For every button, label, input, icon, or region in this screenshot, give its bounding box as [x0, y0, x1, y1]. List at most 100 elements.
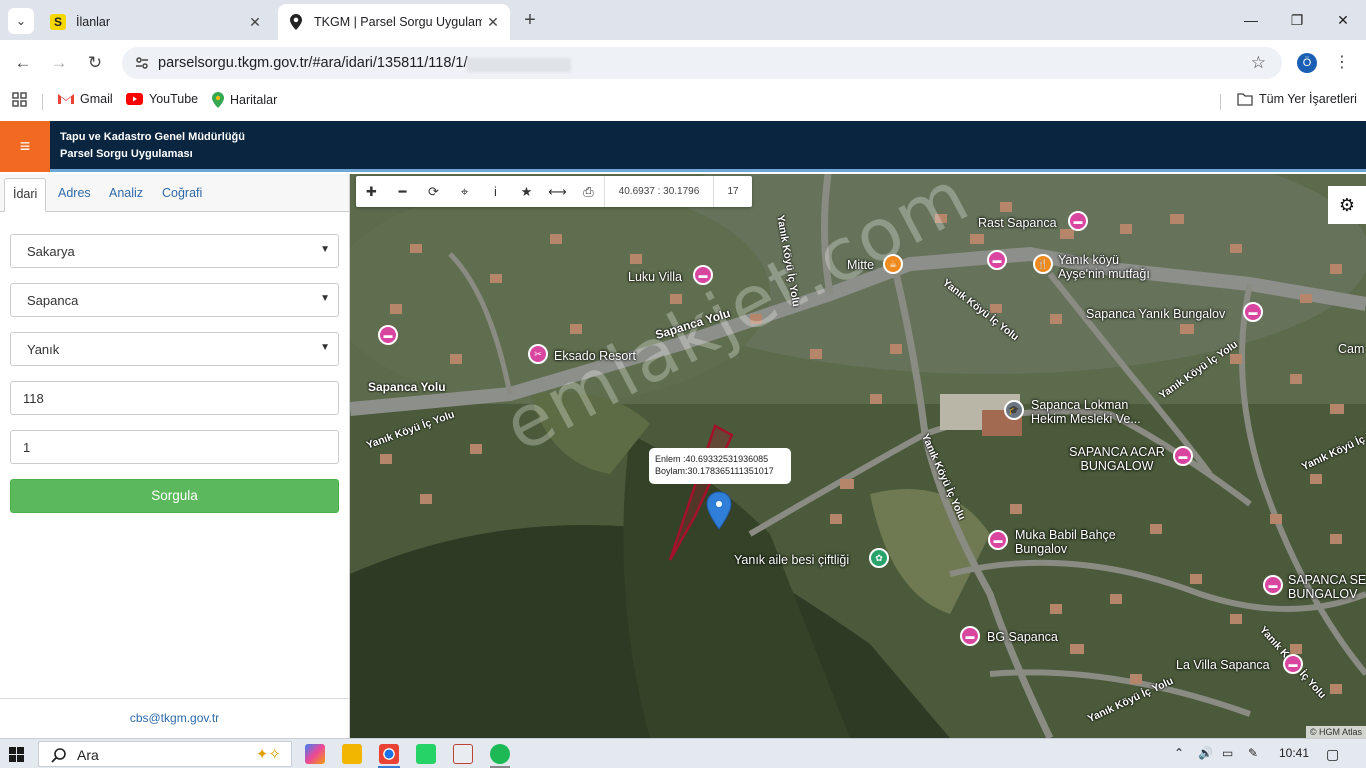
- menu-button[interactable]: ≡: [0, 121, 50, 172]
- bookmark-label: Haritalar: [230, 93, 278, 107]
- refresh-icon[interactable]: ⟳: [418, 176, 449, 207]
- hotel-icon[interactable]: ▬: [1243, 302, 1263, 322]
- zoom-in-icon[interactable]: ✚: [356, 176, 387, 207]
- sahibinden-favicon-icon: S: [50, 14, 66, 30]
- volume-icon[interactable]: 🔊: [1198, 746, 1213, 760]
- all-bookmarks-folder[interactable]: Tüm Yer İşaretleri: [1237, 92, 1357, 106]
- locate-icon[interactable]: ⌖: [449, 176, 480, 207]
- network-icon[interactable]: ▭: [1222, 746, 1233, 760]
- measure-icon[interactable]: ⟷: [542, 176, 573, 207]
- file-explorer-icon[interactable]: [342, 744, 362, 764]
- hotel-icon[interactable]: ▬: [378, 325, 398, 345]
- resort-icon[interactable]: ✂: [528, 344, 548, 364]
- browser-tab-strip: ⌄ S İlanlar ✕ TKGM | Parsel Sorgu Uygula…: [0, 0, 1366, 40]
- place-label: Cam: [1338, 342, 1365, 356]
- chevron-down-icon: ⌄: [15, 14, 27, 28]
- restaurant-icon[interactable]: 🍴: [1033, 254, 1053, 274]
- print-icon[interactable]: ⎙: [573, 176, 604, 207]
- gmail-icon: [58, 94, 74, 104]
- chevron-down-icon: ▼: [320, 244, 330, 255]
- road-label: Sapanca Yolu: [368, 380, 446, 394]
- whatsapp-icon[interactable]: [416, 744, 436, 764]
- arrow-right-icon: →: [50, 53, 68, 72]
- tab-search-button[interactable]: ⌄: [8, 8, 34, 34]
- farm-icon[interactable]: ✿: [869, 548, 889, 568]
- chrome-icon[interactable]: [379, 744, 399, 764]
- close-window-button[interactable]: ✕: [1320, 0, 1366, 40]
- chevron-down-icon: ▼: [320, 342, 330, 353]
- close-icon[interactable]: ✕: [482, 14, 504, 31]
- bookmark-gmail[interactable]: Gmail: [58, 92, 113, 106]
- tab-adres[interactable]: Adres: [50, 178, 99, 212]
- school-icon[interactable]: 🎓: [1004, 400, 1024, 420]
- new-tab-button[interactable]: +: [518, 8, 542, 32]
- place-label: Sapanca Yanık Bungalov: [1086, 307, 1226, 321]
- place-label: BG Sapanca: [987, 630, 1058, 644]
- back-button[interactable]: ←: [10, 50, 36, 76]
- profile-avatar[interactable]: Ö: [1297, 53, 1317, 73]
- info-icon[interactable]: i: [480, 176, 511, 207]
- url-input[interactable]: parselsorgu.tkgm.gov.tr/#ara/idari/13581…: [122, 47, 1282, 79]
- sorgula-button[interactable]: Sorgula: [10, 479, 339, 513]
- contact-email-link[interactable]: cbs@tkgm.gov.tr: [0, 698, 349, 738]
- popup-longitude: Boylam:30.178365111351017: [655, 466, 774, 476]
- taskbar-search-input[interactable]: Ara ✦✧: [38, 741, 292, 767]
- zoom-out-icon[interactable]: ━: [387, 176, 418, 207]
- apps-grid-icon[interactable]: [12, 92, 27, 107]
- arrow-left-icon: ←: [14, 53, 32, 72]
- spotify-icon[interactable]: [490, 744, 510, 764]
- hotel-icon[interactable]: ▬: [1068, 211, 1088, 231]
- hotel-icon[interactable]: ▬: [1263, 575, 1283, 595]
- taskbar-clock[interactable]: 10:41: [1279, 746, 1309, 760]
- tab-title: TKGM | Parsel Sorgu Uygulaması: [314, 15, 482, 29]
- ilce-select[interactable]: Sapanca ▼: [10, 283, 339, 317]
- zoom-level: 17: [727, 186, 739, 197]
- copilot-app-icon[interactable]: [305, 744, 325, 764]
- chevron-up-icon[interactable]: ⌃: [1174, 746, 1184, 760]
- ada-input[interactable]: 118: [10, 381, 339, 415]
- close-icon[interactable]: ✕: [244, 14, 266, 31]
- ilce-value: Sapanca: [27, 293, 79, 308]
- cafe-icon[interactable]: ☕: [883, 254, 903, 274]
- notification-icon[interactable]: ▢: [1326, 746, 1339, 763]
- bookmark-youtube[interactable]: YouTube: [126, 92, 198, 106]
- query-tabs: İdari Adres Analiz Coğrafi: [0, 174, 349, 212]
- mahalle-select[interactable]: Yanık ▼: [10, 332, 339, 366]
- il-select[interactable]: Sakarya ▼: [10, 234, 339, 268]
- hotel-icon[interactable]: ▬: [960, 626, 980, 646]
- bookmarks-bar: Gmail YouTube Haritalar Tüm Yer İşaretle…: [0, 86, 1366, 116]
- search-placeholder: Ara: [77, 747, 99, 763]
- tab-idari[interactable]: İdari: [4, 178, 47, 212]
- gear-icon[interactable]: ⚙: [1328, 186, 1366, 224]
- app-header: ≡ Tapu ve Kadastro Genel Müdürlüğü Parse…: [0, 121, 1366, 172]
- il-value: Sakarya: [27, 244, 75, 259]
- hotel-icon[interactable]: ▬: [1173, 446, 1193, 466]
- tab-cografi[interactable]: Coğrafi: [154, 178, 210, 212]
- site-settings-icon[interactable]: [134, 55, 150, 71]
- bookmark-star-icon[interactable]: ☆: [1251, 53, 1266, 73]
- forward-button[interactable]: →: [46, 50, 72, 76]
- hotel-icon[interactable]: ▬: [987, 250, 1007, 270]
- windows-start-icon[interactable]: [9, 747, 24, 762]
- pen-icon[interactable]: ✎: [1248, 746, 1258, 760]
- reload-button[interactable]: ↻: [82, 50, 108, 76]
- hotel-icon[interactable]: ▬: [1283, 654, 1303, 674]
- place-label: SAPANCA ACAR BUNGALOW: [1069, 445, 1165, 473]
- folder-icon: [1237, 92, 1253, 106]
- browser-tab-ilanlar[interactable]: S İlanlar ✕: [40, 4, 272, 40]
- place-label: Yanık aile besi çiftliği: [734, 553, 850, 567]
- parsel-input[interactable]: 1: [10, 430, 339, 464]
- app-title: Tapu ve Kadastro Genel Müdürlüğü Parsel …: [60, 129, 245, 163]
- restore-button[interactable]: ❐: [1274, 0, 1320, 40]
- youtube-icon: [126, 93, 143, 105]
- minimize-button[interactable]: —: [1228, 0, 1274, 40]
- star-icon[interactable]: ★: [511, 176, 542, 207]
- hotel-icon[interactable]: ▬: [693, 265, 713, 285]
- tab-analiz[interactable]: Analiz: [101, 178, 151, 212]
- snipping-tool-icon[interactable]: [453, 744, 473, 764]
- browser-tab-tkgm[interactable]: TKGM | Parsel Sorgu Uygulaması ✕: [278, 4, 510, 40]
- bookmark-maps[interactable]: Haritalar: [212, 92, 277, 108]
- hotel-icon[interactable]: ▬: [988, 530, 1008, 550]
- map-view[interactable]: emlakjet.com Sapanca Yolu Sapanca Yolu Y…: [350, 174, 1366, 738]
- browser-menu-icon[interactable]: ⋮: [1334, 52, 1350, 72]
